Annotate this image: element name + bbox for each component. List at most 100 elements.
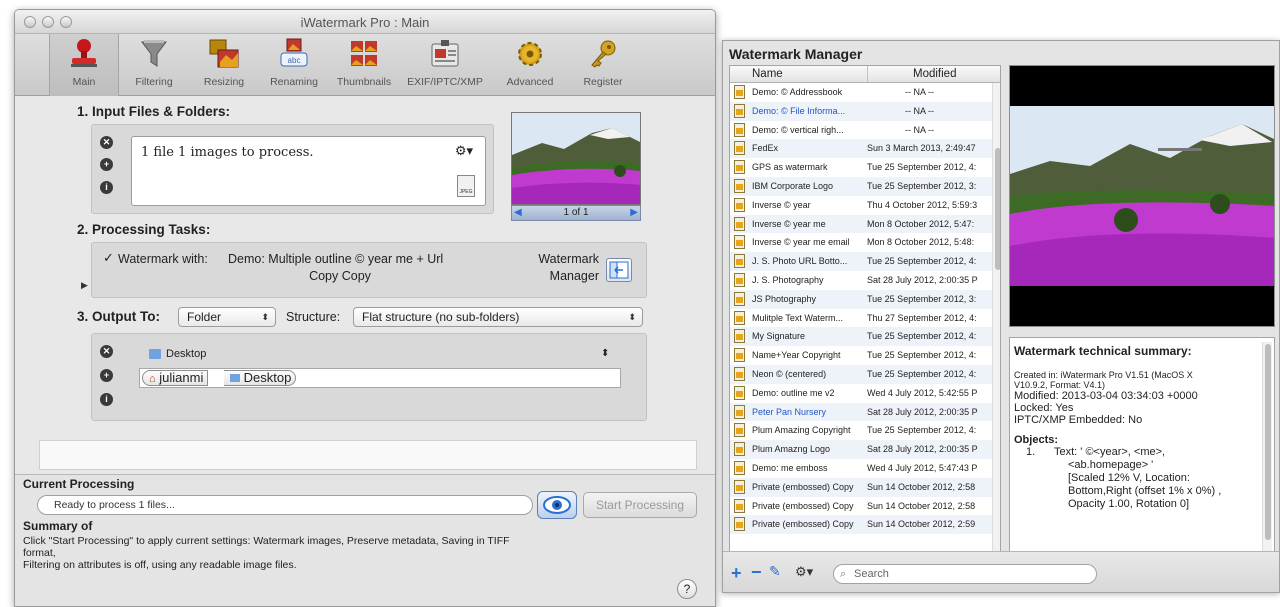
toolbar-register[interactable]: Register: [569, 34, 637, 96]
watermark-row[interactable]: Neon © (centered) Tue 25 September 2012, …: [730, 365, 992, 384]
watermark-row-modified: -- NA --: [905, 105, 934, 116]
column-header-modified[interactable]: Modified: [913, 68, 956, 80]
watermark-row[interactable]: Private (embossed) Copy Sun 14 October 20…: [730, 497, 992, 516]
watermark-row[interactable]: Private (embossed) Copy Sun 14 October 20…: [730, 515, 992, 535]
watermark-row[interactable]: Plum Amazing Copyright Tue 25 September 2…: [730, 421, 992, 440]
toolbar-filtering[interactable]: Filtering: [119, 34, 189, 96]
toolbar-resizing[interactable]: Resizing: [189, 34, 259, 96]
watermark-row[interactable]: Plum Amazng Logo Sat 28 July 2012, 2:00:3…: [730, 440, 992, 459]
watermark-row[interactable]: JS Photography Tue 25 September 2012, 3:: [730, 289, 992, 309]
start-processing-button[interactable]: Start Processing: [583, 492, 697, 518]
watermark-file-icon: [734, 367, 745, 381]
watermark-row-name: My Signature: [752, 331, 806, 342]
watermark-file-icon: [734, 103, 745, 118]
watermark-checkbox[interactable]: ✓: [103, 250, 114, 266]
watermark-row[interactable]: Inverse © year Thu 4 October 2012, 5:59:3: [730, 196, 992, 215]
watermark-row-name: Mulitple Text Waterm...: [752, 312, 844, 323]
action-gear-icon[interactable]: ⚙▾: [795, 564, 813, 580]
watermark-search-input[interactable]: ⌕ Search: [833, 564, 1097, 584]
toolbar-exif[interactable]: EXIF/IPTC/XMP: [399, 34, 491, 96]
toolbar: Main Filtering Resizing abc Renaming Thu…: [15, 34, 715, 96]
watermark-row[interactable]: My Signature Tue 25 September 2012, 4:: [730, 327, 992, 347]
watermark-row-name: Name+Year Copyright: [752, 350, 841, 361]
structure-select[interactable]: Flat structure (no sub-folders) ⬍: [353, 307, 643, 327]
watermark-list-scrollbar[interactable]: [992, 83, 1000, 572]
column-header-name[interactable]: Name: [752, 68, 783, 80]
watermark-file-icon: [734, 254, 745, 269]
toolbar-advanced[interactable]: Advanced: [491, 34, 569, 96]
watermark-summary-panel: Watermark technical summary: Created in:…: [1009, 337, 1275, 573]
add-output-button[interactable]: +: [100, 369, 113, 382]
watermark-row-name: Demo: me emboss: [752, 463, 828, 473]
watermark-row[interactable]: Demo: outline me v2 Wed 4 July 2012, 5:42…: [730, 384, 992, 403]
watermark-row[interactable]: Demo: © Addressbook -- NA --: [730, 83, 992, 102]
watermark-file-icon: [734, 197, 745, 212]
scrollbar-thumb[interactable]: [1265, 344, 1271, 540]
input-info-button[interactable]: i: [100, 181, 113, 194]
watermark-row[interactable]: Peter Pan Nursery Sat 28 July 2012, 2:00:…: [730, 402, 992, 422]
watermark-row-modified: Wed 4 July 2012, 5:47:43 P: [867, 463, 978, 473]
watermark-row-name: Inverse © year: [752, 199, 811, 210]
toolbar-thumbnails[interactable]: Thumbnails: [329, 34, 399, 96]
watermark-row-modified: Tue 25 September 2012, 3:: [867, 181, 977, 191]
watermark-row-modified: Thu 4 October 2012, 5:59:3: [867, 199, 978, 210]
add-watermark-icon[interactable]: +: [731, 563, 742, 584]
watermark-row-modified: Mon 8 October 2012, 5:47:: [867, 218, 975, 229]
edit-pencil-icon[interactable]: ✎: [769, 563, 781, 580]
gear-icon: [513, 38, 547, 70]
watermark-row-modified: Sun 14 October 2012, 2:58: [867, 500, 976, 511]
previous-image-button[interactable]: ◀: [514, 206, 522, 220]
remove-output-button[interactable]: ✕: [100, 345, 113, 358]
path-crumb-desktop[interactable]: Desktop: [224, 370, 297, 386]
thumbnails-icon: [347, 38, 381, 70]
watermark-row[interactable]: Demo: © vertical righ... -- NA --: [730, 121, 992, 140]
watermark-row[interactable]: J. S. Photography Sat 28 July 2012, 2:00:…: [730, 271, 992, 290]
watermark-with-label: Watermark with:: [118, 252, 208, 266]
scrollbar-thumb[interactable]: [995, 148, 1000, 270]
summary-scrollbar[interactable]: [1262, 342, 1272, 568]
remove-watermark-icon[interactable]: −: [751, 562, 762, 583]
watermark-row[interactable]: IBM Corporate Logo Tue 25 September 2012,…: [730, 177, 992, 196]
watermark-row[interactable]: Inverse © year me email Mon 8 October 201…: [730, 233, 992, 252]
preview-eye-button[interactable]: [537, 491, 577, 519]
watermark-row-name: IBM Corporate Logo: [752, 181, 834, 191]
tasks-section-title: 2. Processing Tasks:: [77, 222, 211, 237]
remove-input-button[interactable]: ✕: [100, 136, 113, 149]
stamp-icon: [67, 38, 101, 70]
main-window: iWatermark Pro : Main Main Filtering Res…: [14, 9, 716, 607]
output-type-select[interactable]: Folder ⬍: [178, 307, 276, 327]
watermark-manager-button[interactable]: [606, 258, 632, 282]
next-image-button[interactable]: ▶: [630, 206, 638, 220]
help-button[interactable]: ?: [677, 579, 697, 599]
watermark-row-modified: -- NA --: [905, 87, 934, 97]
input-gear-menu-icon[interactable]: ⚙▾: [455, 143, 473, 159]
watermark-row-name: Demo: © File Informa...: [752, 105, 846, 116]
watermark-row-name: Private (embossed) Copy: [752, 500, 854, 511]
summary-line-1: Click "Start Processing" to apply curren…: [23, 535, 510, 547]
watermark-row[interactable]: Private (embossed) Copy Sun 14 October 20…: [730, 477, 992, 497]
toolbar-main[interactable]: Main: [49, 34, 119, 96]
summary-title: Summary of: [23, 519, 93, 533]
toolbar-renaming[interactable]: abc Renaming: [259, 34, 329, 96]
watermark-row[interactable]: Demo: me emboss Wed 4 July 2012, 5:47:43 …: [730, 459, 992, 478]
watermark-row-name: Peter Pan Nursery: [752, 406, 827, 417]
output-path-control[interactable]: ⌂ julianmi Desktop: [139, 368, 621, 388]
watermark-file-icon: [734, 348, 745, 363]
exif-icon: [428, 38, 462, 70]
toolbar-label: Resizing: [203, 76, 245, 88]
input-files-field[interactable]: 1 file 1 images to process. ⚙▾ JPEG: [131, 136, 486, 206]
watermark-row[interactable]: GPS as watermark Tue 25 September 2012, 4…: [730, 158, 992, 177]
watermark-row[interactable]: Name+Year Copyright Tue 25 September 2012…: [730, 346, 992, 365]
watermark-row[interactable]: Demo: © File Informa... -- NA --: [730, 101, 992, 121]
watermark-row[interactable]: Inverse © year me Mon 8 October 2012, 5:4…: [730, 214, 992, 234]
output-folder-stepper[interactable]: ⬍: [601, 348, 609, 359]
watermark-row[interactable]: J. S. Photo URL Botto... Tue 25 September…: [730, 252, 992, 271]
output-info-button[interactable]: i: [100, 393, 113, 406]
summary-line-2: format,: [23, 547, 56, 559]
toolbar-label: EXIF/IPTC/XMP: [407, 76, 483, 88]
path-crumb-home[interactable]: ⌂ julianmi: [142, 370, 209, 386]
add-input-button[interactable]: +: [100, 158, 113, 171]
disclosure-triangle-icon[interactable]: ▶: [81, 280, 88, 291]
watermark-row[interactable]: FedEx Sun 3 March 2013, 2:49:47: [730, 139, 992, 159]
watermark-row[interactable]: Mulitple Text Waterm... Thu 27 September …: [730, 309, 992, 328]
